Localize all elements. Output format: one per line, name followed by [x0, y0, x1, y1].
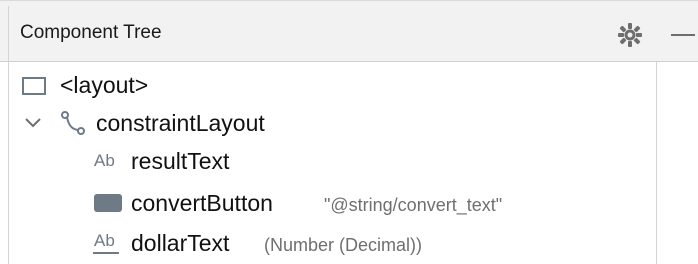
- minimize-button[interactable]: [668, 23, 698, 47]
- tree-item-constraintlayout[interactable]: constraintLayout: [9, 104, 656, 140]
- tree-item-label: constraintLayout: [96, 110, 265, 136]
- tree-item-label: dollarText: [131, 230, 230, 256]
- tree-item-secondary: "@string/convert_text": [324, 195, 503, 215]
- component-tree-panel: Component Tree <layout> constraintLayout…: [0, 0, 698, 264]
- tree-item-label: resultText: [131, 148, 230, 174]
- panel-title: Component Tree: [20, 22, 162, 43]
- button-icon: [94, 194, 122, 212]
- edit-text-icon: Ab: [94, 231, 115, 250]
- text-view-icon: Ab: [94, 151, 115, 170]
- tree-item-convertbutton[interactable]: convertButton "@string/convert_text": [9, 184, 656, 220]
- tree-item-layout[interactable]: <layout>: [9, 66, 656, 102]
- panel-header: Component Tree: [0, 0, 698, 62]
- tree-item-secondary: (Number (Decimal)): [264, 235, 423, 255]
- layout-rectangle-icon: [22, 77, 46, 95]
- tree-item-label: convertButton: [131, 190, 273, 216]
- constraint-layout-icon: [61, 111, 85, 135]
- component-tree: <layout> constraintLayout Ab resultText …: [9, 62, 656, 264]
- tree-item-dollartext[interactable]: Ab dollarText (Number (Decimal)): [9, 224, 656, 260]
- chevron-down-icon[interactable]: [24, 116, 42, 130]
- tree-item-label: <layout>: [60, 72, 149, 98]
- tree-item-resulttext[interactable]: Ab resultText: [9, 142, 656, 178]
- right-pane: [657, 62, 698, 264]
- gear-icon[interactable]: [617, 22, 643, 48]
- edit-text-underline: [93, 252, 119, 254]
